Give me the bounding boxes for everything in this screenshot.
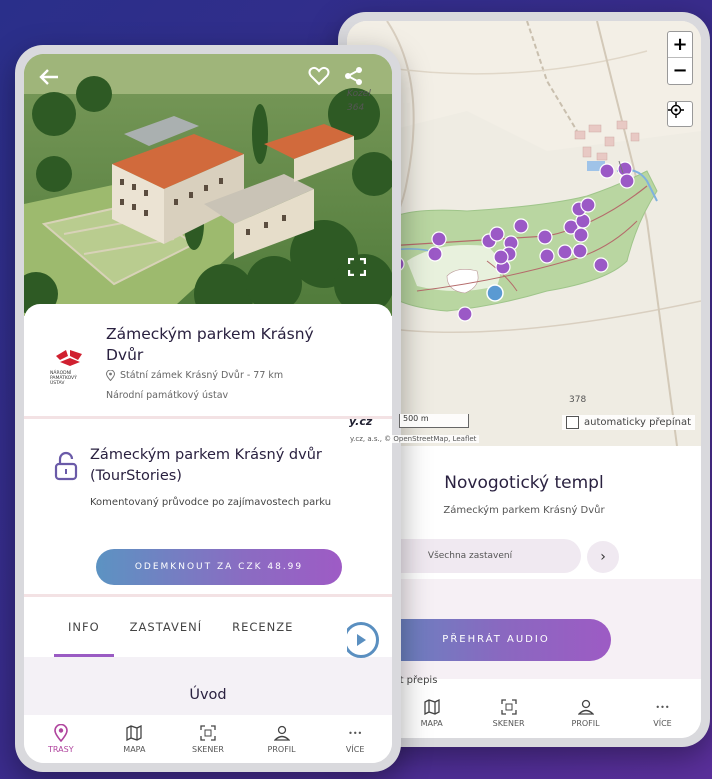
share-icon[interactable] — [344, 66, 364, 86]
profile-icon — [273, 725, 290, 741]
next-stop-button[interactable]: › — [587, 541, 619, 573]
more-icon: ••• — [655, 702, 670, 712]
auto-switch-toggle[interactable]: automaticky přepínat — [561, 415, 695, 430]
route-pin-icon — [53, 724, 68, 742]
fullscreen-icon[interactable] — [348, 258, 366, 276]
location-pin-icon — [106, 370, 115, 381]
map-icon — [126, 725, 143, 741]
tab-info[interactable]: INFO — [54, 597, 114, 657]
map-icon — [423, 699, 440, 715]
nav-item-skener[interactable]: SKENER — [470, 688, 547, 738]
tour-card: Zámeckým parkem Krásný dvůr (TourStories… — [24, 419, 392, 594]
nav-item-trasy[interactable]: TRASY — [24, 715, 98, 763]
more-icon: ••• — [348, 728, 363, 738]
nav-label: SKENER — [191, 745, 224, 754]
zoom-control: + − — [667, 31, 693, 85]
tab-recenze[interactable]: RECENZE — [232, 597, 293, 657]
svg-text:NÁRODNÍ: NÁRODNÍ — [50, 369, 72, 376]
auto-switch-checkbox[interactable] — [565, 416, 579, 429]
left-phone-frame: NÁRODNÍ PAMÁTKOVÝ ÚSTAV Zámeckým parkem … — [15, 45, 401, 772]
profile-icon — [577, 699, 594, 715]
nav-label: MAPA — [123, 745, 146, 754]
nav-label: VÍCE — [653, 719, 672, 728]
map-scale: 500 m — [399, 414, 469, 428]
chevron-right-icon: › — [600, 549, 606, 565]
tour-description: Komentovaný průvodce po zajímavostech pa… — [90, 497, 332, 508]
scanner-icon — [200, 725, 216, 741]
route-title: Zámeckým parkem Krásný Dvůr — [106, 325, 314, 364]
zoom-in-button[interactable]: + — [668, 32, 692, 58]
map-elevation-label: 378 — [569, 395, 587, 405]
auto-switch-label: automaticky přepínat — [583, 417, 691, 428]
svg-text:PAMÁTKOVÝ: PAMÁTKOVÝ — [50, 374, 77, 381]
nav-label: PROFIL — [267, 745, 296, 754]
nav-item-skener[interactable]: SKENER — [171, 715, 245, 763]
map-attribution: y.cz, a.s., © OpenStreetMap, Leaflet — [347, 435, 480, 443]
route-location: Státní zámek Krásný Dvůr - 77 km — [106, 370, 283, 381]
locate-button[interactable] — [667, 101, 693, 127]
nav-item-mapa[interactable]: MAPA — [393, 688, 470, 738]
map-place-label: Kozel — [347, 89, 371, 99]
intro-heading: Úvod — [24, 657, 392, 717]
chateau-aerial-photo — [24, 54, 392, 316]
nav-item-profil[interactable]: PROFIL — [245, 715, 319, 763]
locate-icon — [668, 102, 684, 118]
nav-label: VÍCE — [345, 745, 365, 754]
nav-label: PROFIL — [571, 719, 600, 728]
svg-text:ÚSTAV: ÚSTAV — [50, 379, 65, 386]
tour-title: Zámeckým parkem Krásný dvůr (TourStories… — [90, 447, 322, 484]
map-provider-logo: y.cz — [349, 415, 373, 428]
arrow-left-icon[interactable] — [38, 68, 60, 86]
map-place-elevation: 364 — [347, 103, 365, 113]
lock-open-icon — [54, 451, 78, 481]
scanner-icon — [500, 699, 517, 715]
npu-logo: NÁRODNÍ PAMÁTKOVÝ ÚSTAV — [50, 346, 90, 390]
left-phone-screen: NÁRODNÍ PAMÁTKOVÝ ÚSTAV Zámeckým parkem … — [24, 54, 392, 763]
nav-label: TRASY — [48, 745, 74, 754]
route-organization: Národní památkový ústav — [106, 390, 229, 401]
nav-item-mapa[interactable]: MAPA — [98, 715, 172, 763]
nav-label: MAPA — [420, 719, 443, 728]
npu-logo-mark: NÁRODNÍ PAMÁTKOVÝ ÚSTAV — [50, 350, 82, 386]
zoom-out-button[interactable]: − — [668, 58, 692, 84]
route-location-text: Státní zámek Krásný Dvůr - 77 km — [120, 370, 284, 381]
nav-item-vice[interactable]: ••• VÍCE — [624, 688, 701, 738]
left-bottom-nav: TRASY MAPA SKENER PROFIL ••• VÍCE — [24, 715, 392, 763]
hero-image — [24, 54, 392, 316]
play-icon — [357, 634, 366, 646]
detail-tabs: INFO ZASTAVENÍ RECENZE — [24, 597, 392, 657]
heart-icon[interactable] — [308, 66, 330, 86]
nav-item-vice[interactable]: ••• VÍCE — [318, 715, 392, 763]
nav-label: SKENER — [492, 719, 525, 728]
nav-item-profil[interactable]: PROFIL — [547, 688, 624, 738]
route-card[interactable]: NÁRODNÍ PAMÁTKOVÝ ÚSTAV Zámeckým parkem … — [24, 304, 392, 416]
unlock-button[interactable]: ODEMKNOUT ZA CZK 48.99 — [96, 549, 342, 585]
tab-zastaveni[interactable]: ZASTAVENÍ — [130, 597, 202, 657]
